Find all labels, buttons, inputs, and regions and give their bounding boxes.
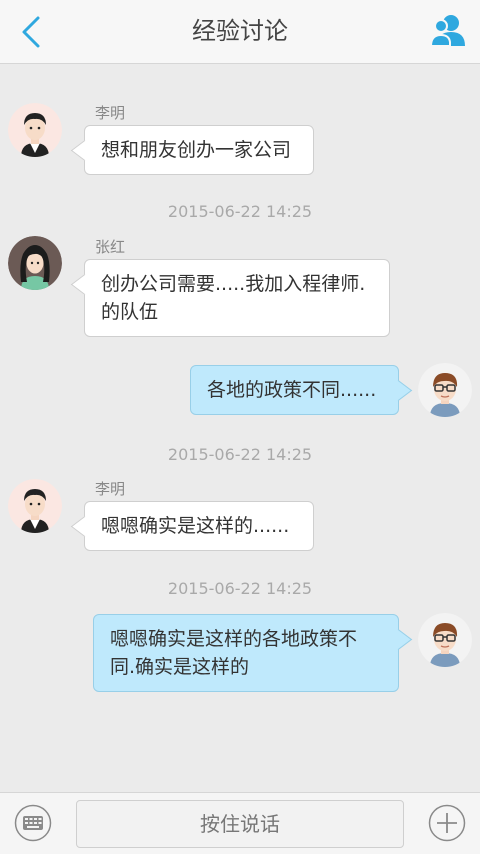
sender-name: 李明 <box>95 104 126 122</box>
plus-icon <box>428 804 466 842</box>
message-bubble[interactable]: 创办公司需要.....我加入程律师.的队伍 <box>84 259 390 337</box>
sender-name: 李明 <box>95 480 126 498</box>
message-bubble-self[interactable]: 各地的政策不同...... <box>190 365 399 415</box>
message-text: 嗯嗯确实是这样的各地政策不同.确实是这样的 <box>110 628 358 678</box>
timestamp: 2015-06-22 14:25 <box>167 579 313 598</box>
timestamp: 2015-06-22 14:25 <box>167 445 313 464</box>
female-avatar-icon <box>8 236 62 290</box>
message-bubble[interactable]: 想和朋友创办一家公司 <box>84 125 314 175</box>
male-avatar-icon <box>8 479 62 533</box>
message-bubble[interactable]: 嗯嗯确实是这样的...... <box>84 501 314 551</box>
avatar-liming[interactable] <box>8 479 62 533</box>
keyboard-icon <box>14 804 52 842</box>
avatar-zhanghong[interactable] <box>8 236 62 290</box>
timestamp: 2015-06-22 14:25 <box>167 202 313 221</box>
message-bubble-self[interactable]: 嗯嗯确实是这样的各地政策不同.确实是这样的 <box>93 614 399 692</box>
keyboard-toggle-button[interactable] <box>14 804 52 842</box>
message-text: 各地的政策不同...... <box>207 379 377 401</box>
contacts-icon <box>429 15 465 47</box>
sender-name: 张红 <box>95 238 126 256</box>
message-text: 创办公司需要.....我加入程律师.的队伍 <box>101 273 366 323</box>
message-text: 嗯嗯确实是这样的...... <box>101 515 290 537</box>
contacts-button[interactable] <box>429 12 466 48</box>
more-button[interactable] <box>428 804 466 842</box>
hold-to-talk-button[interactable]: 按住说话 <box>76 800 404 848</box>
male-glasses-avatar-icon <box>418 613 472 667</box>
message-text: 想和朋友创办一家公司 <box>101 139 292 161</box>
input-bar: 按住说话 <box>0 792 480 854</box>
page-title: 经验讨论 <box>192 17 288 45</box>
avatar-liming[interactable] <box>8 103 62 157</box>
avatar-self[interactable] <box>418 363 472 417</box>
male-glasses-avatar-icon <box>418 363 472 417</box>
chat-area[interactable]: 李明 想和朋友创办一家公司 2015-06-22 14:25 张红 创办公司需要… <box>0 64 480 792</box>
avatar-self[interactable] <box>418 613 472 667</box>
male-avatar-icon <box>8 103 62 157</box>
top-bar: 经验讨论 <box>0 0 480 64</box>
